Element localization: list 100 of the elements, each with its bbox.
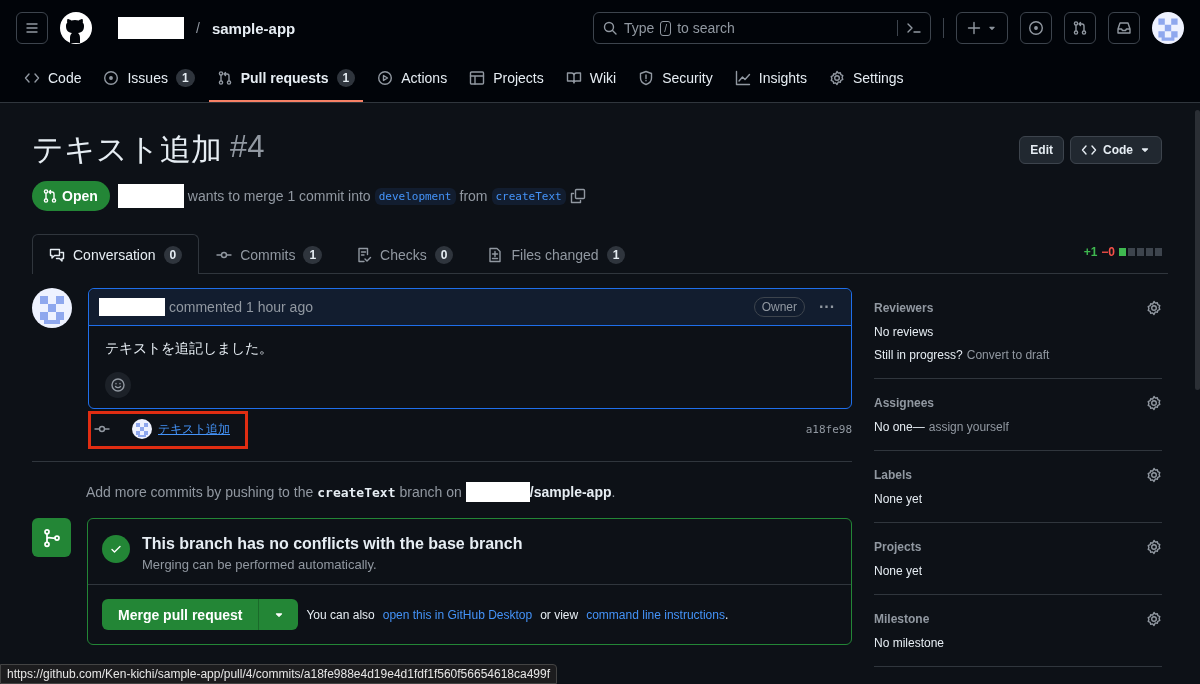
settings-icon: [1146, 611, 1162, 627]
repo-path: /sample-app: [529, 484, 612, 500]
add-reaction-button[interactable]: [105, 372, 131, 398]
book-icon: [565, 70, 582, 86]
push-hint-text: Add more commits by pushing to the: [86, 484, 314, 500]
repo-nav-tab[interactable]: Actions: [369, 56, 456, 102]
comment-meta: commented 1 hour ago: [169, 299, 313, 315]
issues-button[interactable]: [1020, 12, 1052, 44]
from-text: from: [459, 188, 488, 204]
code-button[interactable]: Code: [1070, 136, 1162, 164]
repo-nav-tab[interactable]: Projects: [461, 56, 552, 102]
settings-icon: [1146, 395, 1162, 411]
smiley-icon: [110, 377, 126, 393]
merge-hint-text: or view: [540, 607, 579, 622]
pr-tab[interactable]: Conversation 0: [32, 234, 200, 274]
sidebar-text: No milestone: [874, 636, 945, 650]
avatar: [132, 419, 152, 439]
merge-status-subtitle: Merging can be performed automatically.: [142, 557, 378, 572]
pr-title: テキスト追加: [32, 131, 222, 169]
head-branch-label[interactable]: createText: [491, 187, 566, 205]
avatar: [1152, 12, 1184, 44]
pr-tab[interactable]: Files changed 1: [470, 234, 643, 274]
pull-requests-button[interactable]: [1064, 12, 1096, 44]
repo-nav-tab[interactable]: Security: [630, 56, 721, 102]
shortcut-key: /: [660, 20, 672, 36]
scrollbar[interactable]: [1195, 110, 1200, 390]
pr-tab[interactable]: Checks 0: [339, 234, 471, 274]
play-icon: [377, 70, 394, 86]
avatar: [32, 288, 72, 328]
sidebar-text: None yet: [874, 564, 923, 578]
shield-icon: [638, 70, 655, 86]
circle-dot-icon: [1028, 20, 1044, 36]
checklist-icon: [356, 246, 373, 263]
cat-logo-icon[interactable]: [60, 12, 92, 44]
repo-nav-tab[interactable]: Code: [16, 56, 90, 102]
period-text: .: [611, 484, 616, 500]
pr-tab[interactable]: Commits 1: [199, 234, 340, 274]
settings-icon: [1146, 467, 1162, 483]
redacted-block: [118, 17, 184, 39]
status-badge: Open: [32, 181, 110, 211]
pull-request-icon: [42, 188, 58, 204]
commit-link[interactable]: テキスト追加: [158, 420, 230, 438]
graph-icon: [734, 70, 751, 86]
count-badge: 1: [606, 245, 626, 264]
table-icon: [469, 70, 486, 86]
pr-number: #4: [230, 129, 265, 166]
deletions-count: −0: [1101, 245, 1115, 259]
period-text: .: [724, 607, 729, 622]
sidebar-text: No one—: [874, 420, 925, 434]
sidebar-heading: Reviewers: [874, 301, 934, 315]
count-badge: 1: [175, 69, 195, 87]
sidebar-link[interactable]: assign yourself: [928, 420, 1009, 434]
repo-nav-tab[interactable]: Issues 1: [95, 56, 203, 102]
pull-request-icon: [1072, 20, 1088, 36]
branch-icon: [41, 527, 62, 548]
create-new-button[interactable]: [956, 12, 1008, 44]
merge-summary: wants to merge 1 commit into: [187, 188, 371, 204]
copy-icon: [569, 188, 586, 204]
inbox-icon: [1116, 20, 1132, 36]
count-badge: 1: [303, 245, 323, 264]
repo-nav-tab[interactable]: Settings: [821, 56, 912, 102]
count-badge: 1: [336, 69, 356, 87]
repo-nav-tab[interactable]: Wiki: [557, 56, 625, 102]
search-field[interactable]: Type / to search: [593, 12, 931, 44]
inbox-button[interactable]: [1108, 12, 1140, 44]
pull-request-icon: [216, 70, 233, 86]
comment-body: テキストを追記しました。: [105, 340, 274, 358]
sidebar-text: None yet: [874, 492, 923, 506]
path-separator: /: [196, 20, 200, 36]
file-diff-icon: [487, 246, 504, 263]
circle-dot-icon: [103, 70, 120, 86]
search-placeholder: to search: [677, 20, 735, 36]
sidebar-heading: Projects: [874, 540, 922, 554]
edit-button[interactable]: Edit: [1019, 136, 1064, 164]
sidebar-text: Still in progress?: [874, 348, 963, 362]
desktop-link[interactable]: open this in GitHub Desktop: [382, 607, 533, 622]
merge-status-title: This branch has no conflicts with the base branch: [142, 535, 523, 553]
push-hint-text: branch on: [399, 484, 462, 500]
sidebar-link[interactable]: Convert to draft: [966, 348, 1050, 362]
gear-icon: [829, 70, 845, 86]
plus-icon: [966, 20, 982, 36]
copy-button[interactable]: [569, 188, 586, 204]
search-icon: [602, 20, 618, 36]
merge-hint-text: You can also: [306, 607, 375, 622]
redacted-block: [465, 482, 530, 502]
commit-sha[interactable]: a18fe98: [805, 422, 852, 436]
status-bar-url: https://github.com/Ken-kichi/sample-app/pull/4/commits/a18fe988e4d19e4d1fdf1f560f56654618ca499f: [0, 664, 558, 684]
repo-name[interactable]: sample-app: [211, 19, 296, 37]
base-branch-label[interactable]: development: [374, 187, 456, 205]
count-badge: 0: [434, 245, 454, 264]
redacted-block: [99, 298, 165, 316]
search-placeholder: Type: [624, 20, 655, 36]
settings-icon: [1146, 539, 1162, 555]
additions-count: +1: [1083, 245, 1098, 259]
repo-nav-tab[interactable]: Pull requests 1: [208, 56, 364, 102]
repo-nav-tab[interactable]: Insights: [726, 56, 815, 102]
redacted-block: [117, 184, 184, 208]
cli-instructions-link[interactable]: command line instructions: [586, 607, 725, 622]
menu-button[interactable]: [16, 12, 48, 44]
speech-bubbles-icon: [49, 246, 65, 263]
